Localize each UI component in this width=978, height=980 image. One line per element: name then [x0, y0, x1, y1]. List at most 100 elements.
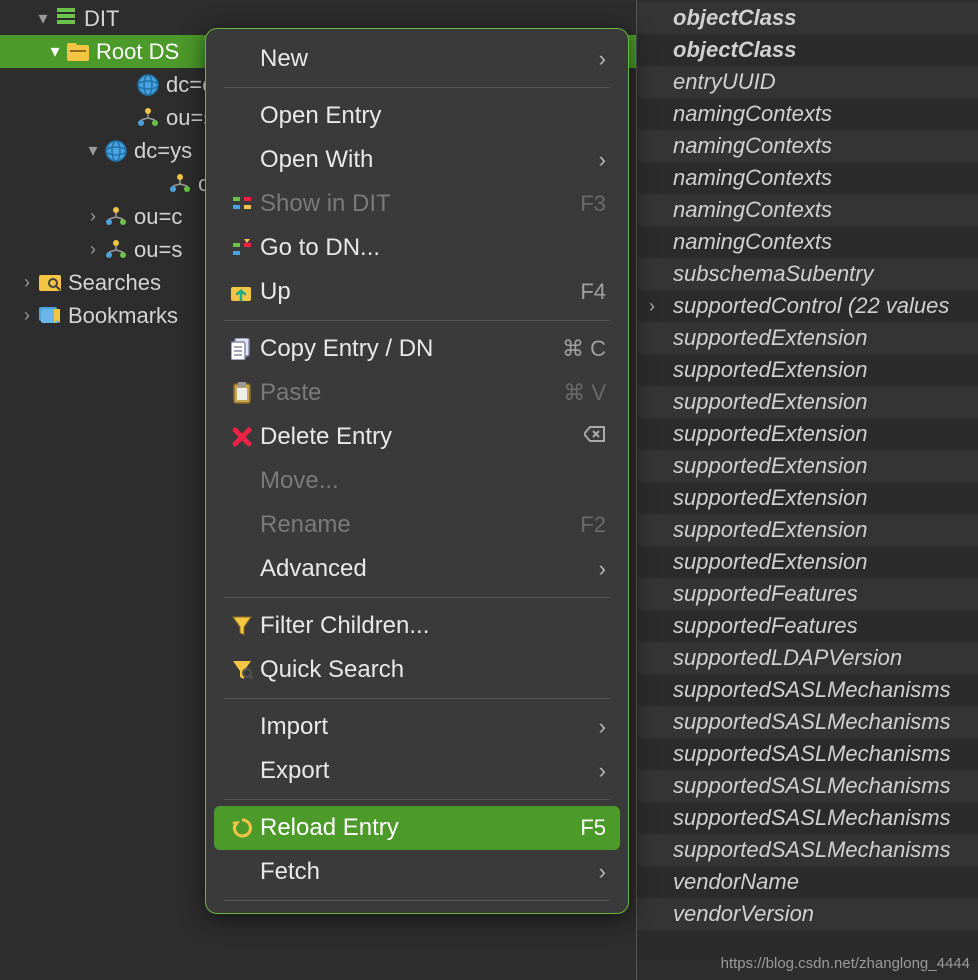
attribute-label: supportedSASLMechanisms [673, 837, 951, 863]
menu-item-label: New [260, 45, 591, 73]
org-unit-icon [105, 206, 127, 228]
org-unit-icon [104, 205, 128, 229]
menu-item-new[interactable]: New› [206, 37, 628, 81]
chevron-right-icon: › [599, 556, 606, 582]
attribute-label: objectClass [673, 37, 797, 63]
attribute-row[interactable]: supportedSASLMechanisms [637, 770, 978, 802]
tree-item-label: Searches [68, 270, 161, 296]
attribute-row[interactable]: objectClass [637, 34, 978, 66]
reload-icon [231, 817, 253, 839]
chevron-right-icon[interactable]: › [649, 296, 673, 317]
expand-toggle[interactable]: ▾ [32, 8, 54, 29]
dit-icon [55, 8, 77, 30]
menu-item-advanced[interactable]: Advanced› [206, 547, 628, 591]
attribute-label: namingContexts [673, 101, 832, 127]
attribute-label: supportedExtension [673, 325, 867, 351]
attribute-row[interactable]: supportedSASLMechanisms [637, 802, 978, 834]
attribute-row[interactable]: supportedSASLMechanisms [637, 674, 978, 706]
chevron-right-icon: › [599, 758, 606, 784]
globe-icon [136, 73, 160, 97]
attribute-row[interactable]: supportedSASLMechanisms [637, 738, 978, 770]
attribute-row[interactable]: ›supportedControl (22 values [637, 290, 978, 322]
menu-item-label: Copy Entry / DN [260, 335, 554, 363]
menu-item-fetch[interactable]: Fetch› [206, 850, 628, 894]
menu-separator [224, 87, 610, 88]
attribute-label: namingContexts [673, 197, 832, 223]
filter-icon [224, 615, 260, 637]
searches-icon [38, 271, 62, 295]
attribute-row[interactable]: namingContexts [637, 194, 978, 226]
quick-search-icon [224, 659, 260, 681]
menu-shortcut: F2 [580, 512, 606, 538]
attribute-row[interactable]: supportedExtension [637, 546, 978, 578]
attribute-row[interactable]: supportedExtension [637, 514, 978, 546]
menu-item-copy-entry-dn[interactable]: Copy Entry / DN ⌘ C [206, 327, 628, 371]
attribute-label: supportedExtension [673, 549, 867, 575]
attribute-row[interactable]: subschemaSubentry [637, 258, 978, 290]
attribute-label: entryUUID [673, 69, 776, 95]
menu-item-filter-children[interactable]: Filter Children... [206, 604, 628, 648]
attribute-row[interactable]: vendorName [637, 866, 978, 898]
expand-toggle[interactable]: ▾ [82, 140, 104, 161]
attribute-row[interactable]: supportedExtension [637, 322, 978, 354]
attribute-row[interactable]: supportedExtension [637, 354, 978, 386]
menu-item-reload-entry[interactable]: Reload EntryF5 [214, 806, 620, 850]
attribute-row[interactable]: supportedLDAPVersion [637, 642, 978, 674]
expand-toggle[interactable]: › [16, 272, 38, 293]
watermark: https://blog.csdn.net/zhanglong_4444 [721, 955, 970, 972]
menu-separator [224, 698, 610, 699]
menu-item-quick-search[interactable]: Quick Search [206, 648, 628, 692]
attribute-row[interactable]: objectClass [637, 2, 978, 34]
attribute-row[interactable]: namingContexts [637, 98, 978, 130]
org-unit-icon [104, 238, 128, 262]
menu-item-label: Show in DIT [260, 190, 572, 218]
menu-item-open-with[interactable]: Open With› [206, 138, 628, 182]
attribute-row[interactable]: supportedSASLMechanisms [637, 706, 978, 738]
globe-icon [137, 74, 159, 96]
expand-toggle[interactable]: ▾ [44, 41, 66, 62]
attribute-row[interactable]: supportedFeatures [637, 610, 978, 642]
attribute-row[interactable]: namingContexts [637, 130, 978, 162]
menu-separator [224, 900, 610, 901]
menu-item-label: Up [260, 278, 572, 306]
attribute-row[interactable]: namingContexts [637, 226, 978, 258]
attribute-label: supportedExtension [673, 389, 867, 415]
tree-item-label: ou=c [134, 204, 182, 230]
context-menu: New›Open EntryOpen With›Show in DITF3Go … [205, 28, 629, 914]
attribute-row[interactable]: supportedSASLMechanisms [637, 834, 978, 866]
menu-item-open-entry[interactable]: Open Entry [206, 94, 628, 138]
org-unit-icon [136, 106, 160, 130]
tree-item-label: DIT [84, 6, 119, 32]
menu-separator [224, 597, 610, 598]
menu-item-label: Quick Search [260, 656, 606, 684]
paste-icon [224, 382, 260, 404]
menu-shortcut: ⌘ V [563, 380, 606, 406]
attribute-row[interactable]: vendorVersion [637, 898, 978, 930]
attribute-row[interactable]: entryUUID [637, 66, 978, 98]
attribute-label: supportedExtension [673, 485, 867, 511]
menu-item-import[interactable]: Import› [206, 705, 628, 749]
menu-item-delete-entry[interactable]: Delete Entry [206, 415, 628, 459]
show-in-dit-icon [231, 193, 253, 215]
attribute-label: supportedExtension [673, 517, 867, 543]
globe-icon [104, 139, 128, 163]
attribute-label: vendorName [673, 869, 799, 895]
attribute-row[interactable]: supportedExtension [637, 418, 978, 450]
expand-toggle[interactable]: › [16, 305, 38, 326]
menu-item-label: Fetch [260, 858, 591, 886]
attribute-row[interactable]: supportedExtension [637, 386, 978, 418]
attribute-row[interactable]: supportedExtension [637, 450, 978, 482]
menu-item-label: Reload Entry [260, 814, 572, 842]
menu-item-up[interactable]: UpF4 [206, 270, 628, 314]
attribute-row[interactable]: supportedExtension [637, 482, 978, 514]
menu-item-export[interactable]: Export › [206, 749, 628, 793]
delete-icon [231, 426, 253, 448]
menu-item-go-to-dn[interactable]: Go to DN... [206, 226, 628, 270]
menu-separator [224, 320, 610, 321]
menu-item-label: Export [260, 757, 591, 785]
menu-shortcut: ⌘ C [562, 336, 606, 362]
attribute-row[interactable]: namingContexts [637, 162, 978, 194]
attribute-row[interactable]: supportedFeatures [637, 578, 978, 610]
expand-toggle[interactable]: › [82, 239, 104, 260]
expand-toggle[interactable]: › [82, 206, 104, 227]
